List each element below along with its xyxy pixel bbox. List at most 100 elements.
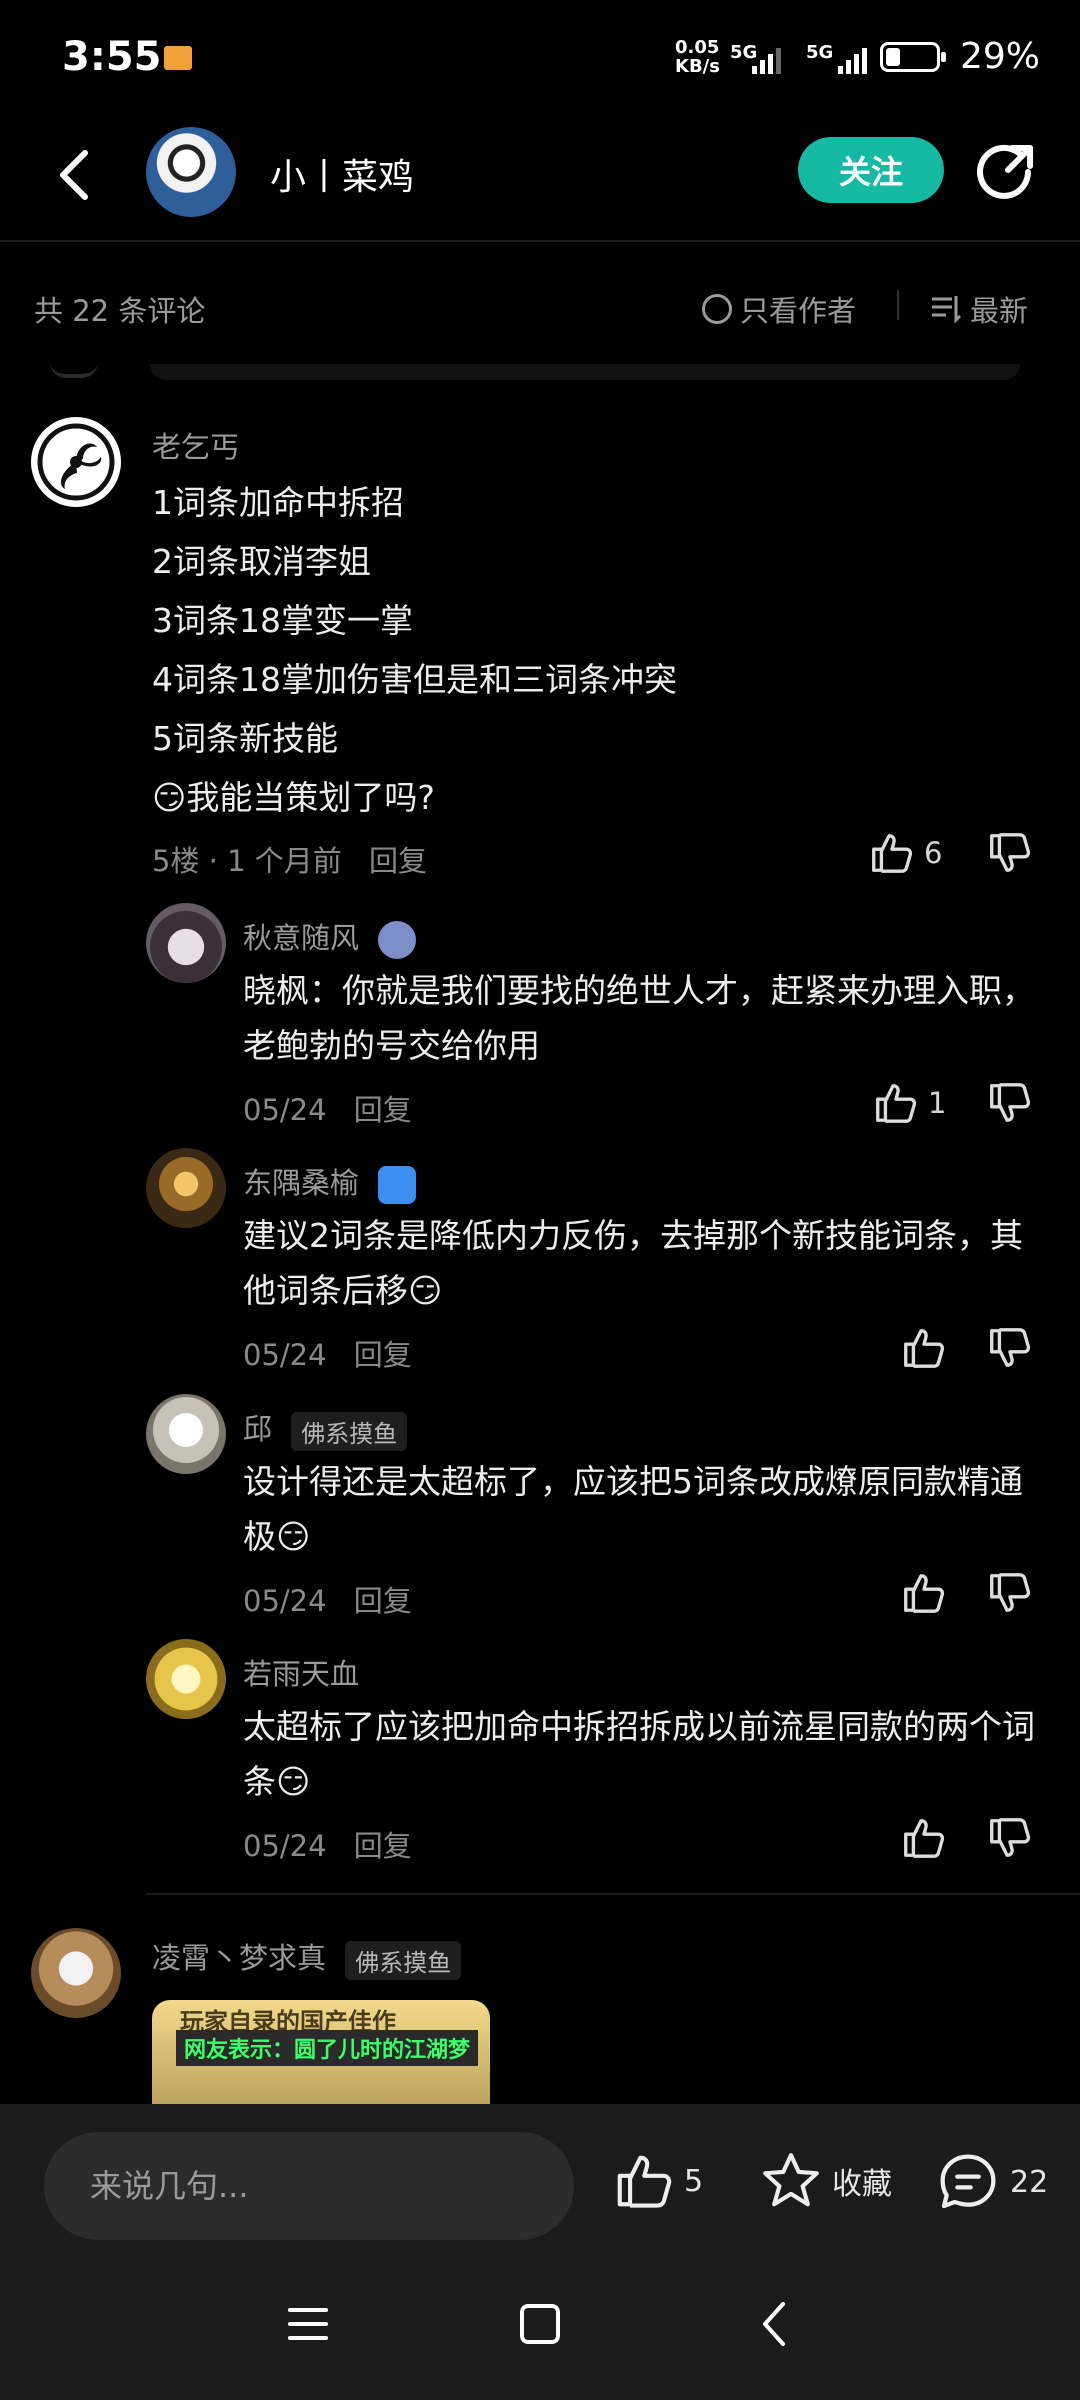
reply-button[interactable]: 回复 <box>354 1093 412 1127</box>
reply-text: 太超标了应该把加命中拆招拆成以前流星同款的两个词条😏 <box>243 1707 1035 1801</box>
like-button[interactable]: 1 <box>872 1080 946 1126</box>
chat-bubble-icon <box>940 2154 996 2209</box>
share-button[interactable] <box>976 142 1036 202</box>
previous-avatar-edge <box>50 362 98 378</box>
thumbs-down-icon <box>990 1083 1031 1122</box>
comment-body: 1词条加命中拆招 2词条取消李姐 3词条18掌变一掌 4词条18掌加伤害但是和三… <box>152 473 677 827</box>
reply-user-name[interactable]: 邱 <box>243 1412 272 1446</box>
network-speed-unit: KB/s <box>675 56 720 77</box>
sort-label: 最新 <box>970 294 1029 328</box>
like-button[interactable] <box>900 1325 946 1371</box>
previous-comment-edge <box>150 364 1020 380</box>
commenter-name[interactable]: 老乞丐 <box>152 424 239 466</box>
user-badge-icon <box>378 921 417 959</box>
home-button[interactable] <box>510 2294 570 2354</box>
back-button[interactable] <box>48 140 100 210</box>
commenter-name[interactable]: 凌霄丶梦求真 <box>152 1941 326 1975</box>
comment-divider <box>146 1893 1080 1895</box>
reply-button[interactable]: 回复 <box>354 1338 412 1372</box>
like-count: 6 <box>924 836 943 870</box>
post-like-count: 5 <box>684 2163 704 2199</box>
comment-meta: 5楼 · 1 个月前 回复 <box>152 838 427 880</box>
square-icon <box>520 2304 560 2344</box>
thumbs-up-icon <box>904 1819 945 1858</box>
comment-filter-bar: 共 22 条评论 只看作者 最新 <box>0 242 1080 368</box>
reply-user-row: 秋意随风 <box>243 915 417 959</box>
nav-back-button[interactable] <box>744 2294 804 2354</box>
sim2-label: 5G <box>806 42 834 63</box>
reply-avatar[interactable] <box>146 903 226 983</box>
reply-button[interactable]: 回复 <box>354 1829 412 1863</box>
divider <box>897 290 899 320</box>
thumbs-up-icon <box>904 1574 945 1613</box>
reply-meta: 05/24 回复 <box>243 1823 412 1865</box>
back-chevron-icon <box>763 2302 785 2346</box>
reply-user-name[interactable]: 秋意随风 <box>243 921 359 955</box>
reply-user-name[interactable]: 若雨天血 <box>243 1651 359 1693</box>
reply-button[interactable]: 回复 <box>354 1584 412 1618</box>
dislike-button[interactable] <box>986 830 1032 876</box>
reply-meta: 05/24 回复 <box>243 1578 412 1620</box>
triskelion-icon <box>37 423 115 501</box>
thumbs-down-icon <box>990 1573 1031 1612</box>
follow-button[interactable]: 关注 <box>798 137 944 203</box>
image-caption: 网友表示：圆了儿时的江湖梦 <box>176 2030 479 2066</box>
reply-user-name[interactable]: 东隅桑榆 <box>243 1166 359 1200</box>
post-like-button[interactable]: 5 <box>612 2150 703 2212</box>
reply-date: 05/24 <box>243 1829 327 1863</box>
like-button[interactable] <box>900 1815 946 1861</box>
author-only-toggle[interactable]: 只看作者 <box>702 288 856 330</box>
battery-percent: 29% <box>960 36 1041 77</box>
menu-button[interactable] <box>278 2294 338 2354</box>
comments-button[interactable]: 22 <box>936 2150 1048 2214</box>
reply-button[interactable]: 回复 <box>369 844 427 878</box>
collect-button[interactable]: 收藏 <box>760 2150 892 2212</box>
network-speed-value: 0.05 <box>675 37 720 58</box>
reply-avatar[interactable] <box>146 1394 226 1474</box>
dislike-button[interactable] <box>986 1570 1032 1616</box>
comment-count-label: 共 22 条评论 <box>34 294 206 328</box>
author-name[interactable]: 小丨菜鸡 <box>270 148 414 200</box>
notification-icon <box>164 46 192 70</box>
reply-text: 晓枫：你就是我们要找的绝世人才，赶紧来办理入职，老鲍勃的号交给你用 <box>243 971 1035 1065</box>
comment-input[interactable]: 来说几句... <box>44 2132 574 2240</box>
system-nav-bar <box>0 2254 1080 2400</box>
comment-floor-time: 5楼 · 1 个月前 <box>152 844 342 878</box>
reply-text: 设计得还是太超标了，应该把5词条改成燎原同款精通极😏 <box>243 1462 1023 1556</box>
battery-level <box>886 48 900 66</box>
user-tag: 佛系摸鱼 <box>345 1940 462 1980</box>
thumbs-up-icon <box>876 1084 917 1123</box>
like-button[interactable] <box>900 1570 946 1616</box>
user-tag: 佛系摸鱼 <box>291 1411 408 1451</box>
dislike-button[interactable] <box>986 1325 1032 1371</box>
dislike-button[interactable] <box>986 1815 1032 1861</box>
comment-line: 1词条加命中拆招 <box>152 483 404 522</box>
commenter-row: 凌霄丶梦求真 佛系摸鱼 <box>152 1935 462 1980</box>
thumbs-down-icon <box>990 1328 1031 1367</box>
comment-line: 4词条18掌加伤害但是和三词条冲突 <box>152 660 677 699</box>
dislike-button[interactable] <box>986 1080 1032 1126</box>
author-avatar[interactable] <box>146 127 236 217</box>
comment-image[interactable]: 玩家自录的国产佳作 网友表示：圆了儿时的江湖梦 <box>152 2000 490 2110</box>
gamepad-badge-icon <box>378 1166 417 1204</box>
sort-latest-button[interactable]: 最新 <box>930 288 1028 330</box>
reply-meta: 05/24 回复 <box>243 1332 412 1374</box>
thumbs-up-icon <box>904 1329 945 1368</box>
comment-line: 😏我能当策划了吗? <box>152 778 435 817</box>
reply-date: 05/24 <box>243 1338 327 1372</box>
radio-circle-icon <box>702 294 732 324</box>
reply-user-row: 东隅桑榆 <box>243 1160 417 1204</box>
like-button[interactable]: 6 <box>868 830 942 876</box>
commenter-avatar[interactable] <box>31 417 121 507</box>
star-icon <box>763 2153 819 2207</box>
network-speed: 0.05 KB/s <box>675 38 720 76</box>
collect-label: 收藏 <box>832 2167 892 2202</box>
reply-avatar[interactable] <box>146 1639 226 1719</box>
reply-user-row: 邱 佛系摸鱼 <box>243 1406 408 1451</box>
reply-text: 建议2词条是降低内力反伤，去掉那个新技能词条，其他词条后移😏 <box>243 1216 1023 1310</box>
battery-icon <box>880 42 946 72</box>
sort-icon <box>932 296 962 324</box>
share-icon <box>977 144 1033 199</box>
commenter-avatar[interactable] <box>31 1928 121 2018</box>
reply-avatar[interactable] <box>146 1148 226 1228</box>
